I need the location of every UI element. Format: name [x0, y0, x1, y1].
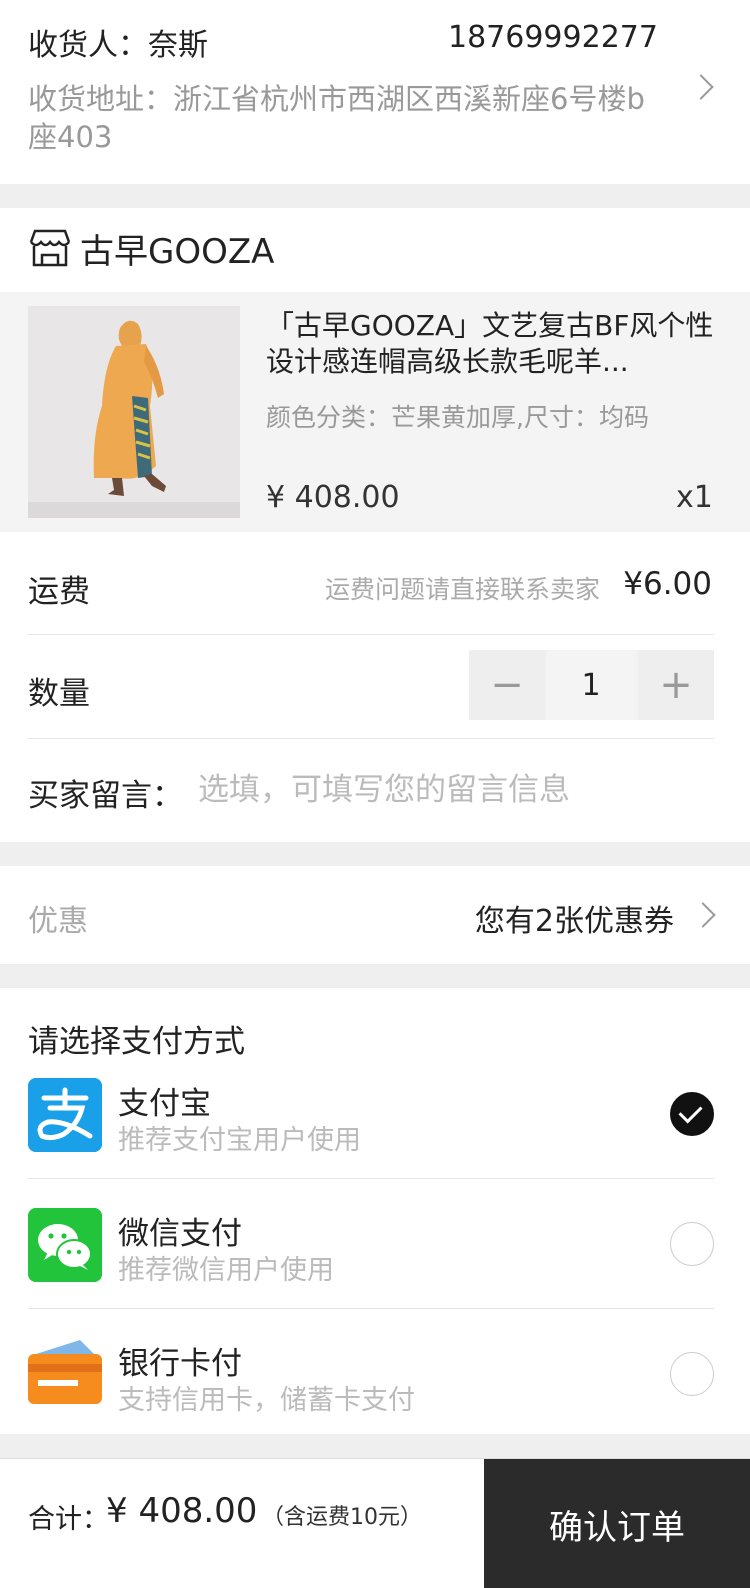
payment-desc: 支持信用卡，储蓄卡支付 [118, 1385, 415, 1416]
store-header: 古早GOOZA [0, 208, 750, 292]
shipping-fee: ¥6.00 [623, 566, 712, 602]
radio-unselected[interactable] [670, 1352, 714, 1396]
address-section[interactable]: 收货人：奈斯 18769992277 收货地址：浙江省杭州市西湖区西溪新座6号楼… [0, 0, 750, 184]
order-section: 古早GOOZA 「古早GOOZA」文艺复古BF风个性设计感连帽高级长款毛呢羊..… [0, 208, 750, 842]
radio-selected[interactable] [670, 1092, 714, 1136]
wechat-icon [28, 1208, 102, 1282]
payment-option-bank-card[interactable]: 银行卡付 支持信用卡，储蓄卡支付 [0, 1310, 750, 1438]
checkout-bar: 合计： ¥ 408.00 （含运费10元） 确认订单 [0, 1458, 750, 1588]
product-title: 「古早GOOZA」文艺复古BF风个性设计感连帽高级长款毛呢羊... [266, 309, 714, 378]
radio-unselected[interactable] [670, 1222, 714, 1266]
payment-desc: 推荐支付宝用户使用 [118, 1125, 361, 1156]
recipient-name: 收货人：奈斯 [28, 28, 208, 63]
total-note: （含运费10元） [262, 1505, 422, 1530]
recipient-phone: 18769992277 [448, 20, 658, 55]
message-label: 买家留言： [28, 778, 183, 814]
bank-card-icon [28, 1334, 102, 1408]
product-quantity: x1 [676, 480, 713, 515]
message-row: 买家留言： [28, 768, 714, 818]
total-amount: ¥ 408.00 [106, 1491, 258, 1531]
store-name: 古早GOOZA [80, 232, 275, 272]
payment-option-wechat[interactable]: 微信支付 推荐微信用户使用 [0, 1180, 750, 1308]
store-icon [29, 229, 71, 267]
product-image [28, 306, 240, 518]
payment-section: 请选择支付方式 支付宝 推荐支付宝用户使用 微信支付 推荐微信用户使用 银行卡付… [0, 988, 750, 1434]
confirm-order-button[interactable]: 确认订单 [484, 1459, 750, 1588]
chevron-right-icon[interactable] [688, 74, 714, 100]
product-spec: 颜色分类：芒果黄加厚,尺寸：均码 [266, 403, 649, 432]
shipping-address: 收货地址：浙江省杭州市西湖区西溪新座6号楼b座403 [28, 82, 645, 154]
divider [28, 1178, 714, 1179]
alipay-icon [28, 1078, 102, 1152]
coupon-value: 您有2张优惠券 [474, 904, 674, 939]
coupon-row[interactable]: 优惠 您有2张优惠券 [0, 866, 750, 964]
payment-name: 支付宝 [118, 1086, 211, 1122]
quantity-value[interactable]: 1 [547, 650, 635, 720]
product-item[interactable]: 「古早GOOZA」文艺复古BF风个性设计感连帽高级长款毛呢羊... 颜色分类：芒… [0, 292, 750, 532]
quantity-label: 数量 [28, 676, 90, 712]
coupon-label: 优惠 [28, 904, 88, 939]
payment-name: 微信支付 [118, 1216, 242, 1252]
chevron-right-icon [690, 902, 716, 928]
quantity-stepper: − 1 + [469, 650, 714, 720]
shipping-row: 运费 运费问题请直接联系卖家 ¥6.00 [28, 564, 714, 624]
payment-option-alipay[interactable]: 支付宝 推荐支付宝用户使用 [0, 1050, 750, 1178]
product-price: ¥ 408.00 [266, 480, 400, 515]
total-label: 合计： [28, 1504, 109, 1535]
quantity-minus-button[interactable]: − [469, 650, 545, 720]
message-input[interactable] [198, 768, 708, 812]
shipping-label: 运费 [28, 574, 90, 610]
divider [28, 634, 714, 635]
payment-name: 银行卡付 [118, 1346, 242, 1382]
shipping-note: 运费问题请直接联系卖家 [324, 575, 600, 604]
quantity-plus-button[interactable]: + [638, 650, 714, 720]
payment-desc: 推荐微信用户使用 [118, 1255, 334, 1286]
divider [28, 738, 714, 739]
divider [28, 1308, 714, 1309]
